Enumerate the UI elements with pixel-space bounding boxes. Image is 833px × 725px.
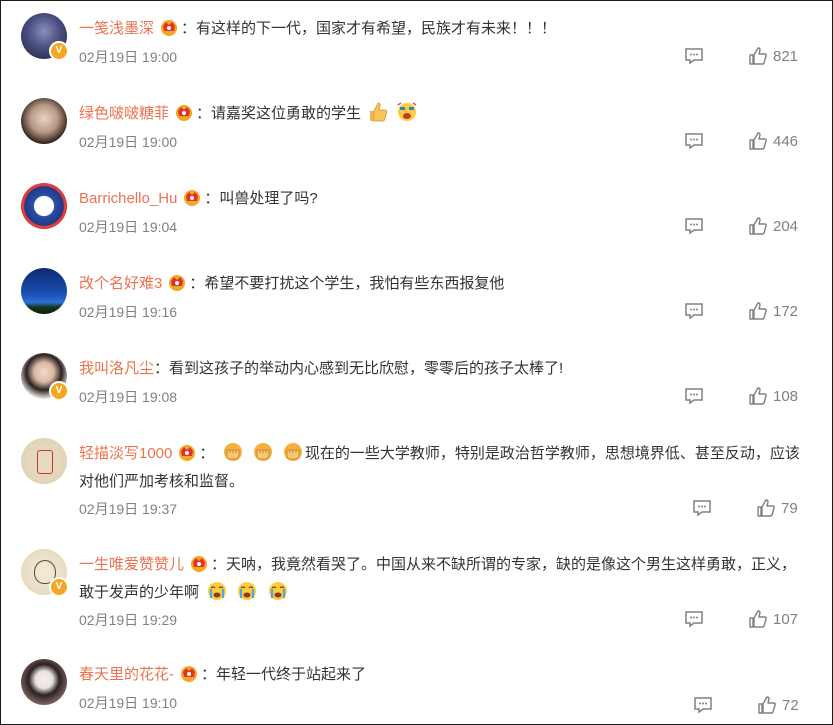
like-button[interactable]: 172 [749, 302, 798, 320]
reply-button[interactable] [692, 499, 712, 517]
comment-text: ：请嘉奖这位勇敢的学生 [196, 105, 362, 122]
reply-button[interactable] [684, 302, 704, 320]
comment-list: V 一笺浅墨深 ：有这样的下一代，国家才有希望，民族才有未来！！！ 02月19日 … [0, 0, 833, 725]
avatar[interactable] [21, 183, 67, 229]
like-button[interactable]: 446 [749, 132, 798, 150]
avatar[interactable] [21, 659, 67, 705]
vip-crown-icon [169, 275, 186, 291]
like-count: 72 [782, 696, 799, 714]
vip-crown-icon [184, 190, 201, 206]
fist-emoji [253, 443, 272, 461]
comment-text: ：叫兽处理了吗? [204, 190, 318, 207]
crying-emoji [268, 582, 287, 600]
vip-crown-icon [191, 556, 208, 572]
like-button[interactable]: 79 [757, 499, 798, 517]
username[interactable]: 一笺浅墨深 [79, 20, 154, 37]
like-button[interactable]: 72 [758, 696, 799, 714]
like-button[interactable]: 108 [749, 387, 798, 405]
avatar[interactable]: V [21, 549, 69, 597]
comment-time: 02月19日 19:16 [79, 304, 178, 320]
like-count: 108 [773, 387, 799, 405]
vip-crown-icon [179, 445, 196, 461]
username[interactable]: Barrichello_Hu [79, 190, 177, 207]
thumb-up-icon [749, 217, 767, 235]
like-count: 172 [773, 302, 799, 320]
thumb-up-icon [749, 132, 767, 150]
like-button[interactable]: 107 [749, 610, 798, 628]
verified-v-icon: V [49, 577, 69, 597]
thumb-up-icon [749, 47, 767, 65]
thumb-up-icon [749, 610, 767, 628]
thumbs-up-emoji [370, 102, 388, 122]
reply-button[interactable] [684, 47, 704, 65]
comment-time: 02月19日 19:08 [79, 389, 178, 405]
crying-face-emoji [397, 102, 417, 121]
comment-text: ：年轻一代终于站起来了 [201, 666, 367, 683]
avatar[interactable]: V [21, 353, 69, 401]
like-count: 821 [773, 47, 799, 65]
thumb-up-icon [749, 387, 767, 405]
comment-icon [685, 133, 703, 150]
comment-text: ：天呐，我竟然看哭了。中国从来不缺所谓的专家，缺的是像这个男生这样勇敢，正义，敢… [79, 556, 797, 601]
like-count: 446 [773, 132, 799, 150]
like-count: 204 [773, 217, 799, 235]
avatar[interactable] [21, 268, 67, 314]
fist-emoji [223, 443, 242, 461]
crying-emoji [238, 582, 257, 600]
vip-crown-icon [181, 666, 197, 682]
like-button[interactable]: 204 [749, 217, 798, 235]
avatar[interactable]: V [21, 13, 69, 61]
avatar[interactable] [21, 438, 67, 484]
username[interactable]: 我叫洛凡尘 [79, 360, 154, 377]
vip-crown-icon [161, 20, 178, 36]
username[interactable]: 改个名好难3 [79, 275, 162, 292]
like-count: 107 [773, 610, 799, 628]
reply-button[interactable] [684, 217, 704, 235]
verified-v-icon: V [49, 41, 69, 61]
vip-crown-icon [176, 105, 193, 121]
comment-icon [685, 611, 703, 628]
username[interactable]: 绿色啵啵糖菲 [79, 105, 169, 122]
comment-time: 02月19日 19:37 [79, 501, 178, 517]
comment-text: ：希望不要打扰这个学生，我怕有些东西报复他 [189, 275, 505, 292]
comment-time: 02月19日 19:00 [79, 134, 178, 150]
comment-text: ：有这样的下一代，国家才有希望，民族才有未来！！！ [181, 20, 557, 37]
comment-text: ：看到这孩子的举动内心感到无比欣慰，零零后的孩子太棒了! [154, 360, 564, 377]
comment-icon [685, 48, 703, 65]
comment-time: 02月19日 19:00 [79, 49, 178, 65]
comment-icon [693, 500, 711, 517]
thumb-up-icon [757, 499, 775, 517]
like-button[interactable]: 821 [749, 47, 798, 65]
username[interactable]: 一生唯爱赞赞儿 [79, 556, 184, 573]
comment-time: 02月19日 19:29 [79, 612, 178, 628]
reply-button[interactable] [693, 696, 713, 714]
thumb-up-icon [749, 302, 767, 320]
comment-icon [685, 388, 703, 405]
reply-button[interactable] [684, 132, 704, 150]
username[interactable]: 春天里的花花- [79, 666, 174, 683]
comment-time: 02月19日 19:10 [79, 695, 178, 711]
comment-icon [694, 697, 712, 714]
comment-time: 02月19日 19:04 [79, 219, 178, 235]
reply-button[interactable] [684, 610, 704, 628]
like-count: 79 [781, 499, 798, 517]
comment-icon [685, 218, 703, 235]
avatar[interactable] [21, 98, 67, 144]
reply-button[interactable] [684, 387, 704, 405]
thumb-up-icon [758, 696, 776, 714]
comment-icon [685, 303, 703, 320]
verified-v-icon: V [49, 381, 69, 401]
crying-emoji [208, 582, 227, 600]
fist-emoji [283, 443, 302, 461]
username[interactable]: 轻描淡写1000 [79, 445, 172, 462]
